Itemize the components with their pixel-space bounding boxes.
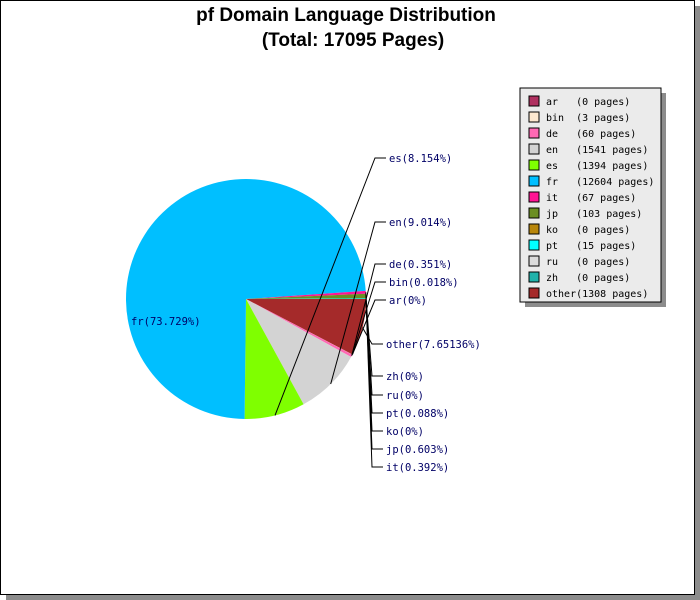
legend-swatch-ko: [528, 223, 540, 235]
slice-label-zh: zh(0%): [386, 371, 424, 383]
legend-item-pt: pt (15 pages): [528, 239, 636, 252]
slice-label-jp: jp(0.603%): [386, 444, 449, 456]
pie-slices: [125, 178, 367, 419]
legend-label-en: en (1541 pages): [546, 145, 648, 156]
chart-subtitle: (Total: 17095 Pages): [262, 30, 444, 51]
legend-label-ru: ru (0 pages): [546, 257, 630, 268]
legend: ar (0 pages) bin (3 pages) de (60 pages) en…: [519, 87, 666, 307]
slice-label-de: de(0.351%): [389, 259, 452, 271]
legend-swatch-bin: [528, 111, 540, 123]
legend-swatch-ar: [528, 95, 540, 107]
slice-label-bin: bin(0.018%): [389, 277, 459, 289]
slice-label-ru: ru(0%): [386, 390, 424, 402]
legend-item-en: en (1541 pages): [528, 143, 648, 156]
legend-label-ar: ar (0 pages): [546, 97, 630, 108]
slice-label-pt: pt(0.088%): [386, 408, 449, 420]
legend-swatch-pt: [528, 239, 540, 251]
legend-label-jp: jp (103 pages): [546, 209, 642, 220]
slice-label-other: other(7.65136%): [386, 339, 481, 351]
legend-label-bin: bin (3 pages): [546, 113, 630, 124]
chart-title: pf Domain Language Distribution: [196, 5, 496, 26]
legend-item-es: es (1394 pages): [528, 159, 648, 172]
legend-label-it: it (67 pages): [546, 193, 636, 204]
legend-item-fr: fr (12604 pages): [528, 175, 654, 188]
legend-swatch-es: [528, 159, 540, 171]
slice-label-ko: ko(0%): [386, 426, 424, 438]
legend-label-de: de (60 pages): [546, 129, 636, 140]
slice-label-fr: fr(73.729%): [131, 316, 201, 328]
legend-swatch-en: [528, 143, 540, 155]
legend-label-es: es (1394 pages): [546, 161, 648, 172]
leader-line-ko: [365, 298, 383, 432]
legend-swatch-ru: [528, 255, 540, 267]
legend-label-fr: fr (12604 pages): [546, 177, 654, 188]
slice-label-en: en(9.014%): [389, 217, 452, 229]
slice-label-es: es(8.154%): [389, 153, 452, 165]
legend-label-other: other(1308 pages): [546, 289, 648, 300]
legend-swatch-fr: [528, 175, 540, 187]
legend-label-zh: zh (0 pages): [546, 273, 630, 284]
leader-line-other: [362, 327, 383, 345]
legend-item-other: other(1308 pages): [528, 287, 648, 300]
legend-item-jp: jp (103 pages): [528, 207, 642, 220]
legend-swatch-it: [528, 191, 540, 203]
legend-item-it: it (67 pages): [528, 191, 636, 204]
leader-line-jp: [365, 296, 383, 450]
legend-swatch-other: [528, 287, 540, 299]
pie-chart: pf Domain Language Distribution (Total: …: [125, 5, 666, 474]
leader-line-it: [365, 292, 383, 468]
slice-label-it: it(0.392%): [386, 462, 449, 474]
legend-item-de: de (60 pages): [528, 127, 636, 140]
slice-label-ar: ar(0%): [389, 295, 427, 307]
legend-swatch-de: [528, 127, 540, 139]
legend-swatch-zh: [528, 271, 540, 283]
legend-label-pt: pt (15 pages): [546, 241, 636, 252]
legend-swatch-jp: [528, 207, 540, 219]
legend-label-ko: ko (0 pages): [546, 225, 630, 236]
